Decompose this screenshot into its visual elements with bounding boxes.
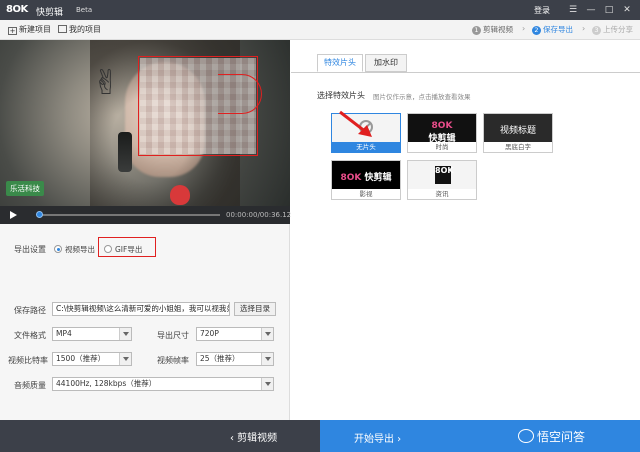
title-bar: 8OK 快剪辑 Beta 登录 ☰ — □ ✕: [0, 0, 640, 20]
export-settings-label: 导出设置: [14, 245, 46, 254]
radio-checked-icon: [54, 245, 62, 253]
menu-icon[interactable]: ☰: [566, 3, 580, 17]
step-upload-share: 3 上传分享: [592, 24, 633, 35]
chevron-down-icon: [261, 328, 273, 340]
export-settings: 导出设置 视频导出 GIF导出 保存路径 C:\快剪辑视频\这么清新可爱的小姐姐…: [0, 224, 290, 420]
maximize-icon[interactable]: □: [602, 3, 616, 17]
chevron-right-icon: ›: [522, 24, 526, 33]
save-path-input[interactable]: C:\快剪辑视频\这么清新可爱的小姐姐，我可以视我弟: [52, 302, 230, 316]
intro-tile-fashion[interactable]: 8OK 快剪辑 时尚: [407, 113, 477, 153]
chevron-down-icon: [119, 353, 131, 365]
back-to-edit-button[interactable]: ‹ 剪辑视频: [230, 429, 277, 444]
audio-quality-select[interactable]: 44100Hz, 128kbps（推荐）: [52, 377, 274, 391]
video-text-tag[interactable]: 乐活科技: [6, 181, 44, 196]
bottom-bar: ‹ 剪辑视频 开始导出 › 悟空问答: [0, 420, 640, 452]
tab-intro-effects[interactable]: 特效片头: [317, 54, 363, 72]
export-size-select[interactable]: 720P: [196, 327, 274, 341]
left-panel: ✌ 乐活科技 00:00:00/00:36.12 导出设置 视频导出 GIF导出…: [0, 40, 292, 420]
app-beta-badge: Beta: [76, 6, 93, 14]
step-edit-video[interactable]: 1 剪辑视频: [472, 24, 513, 35]
my-projects-button[interactable]: 我的项目: [58, 24, 101, 35]
chevron-down-icon: [119, 328, 131, 340]
peace-sign-sticker-icon[interactable]: ✌: [92, 66, 121, 100]
chevron-down-icon: [261, 353, 273, 365]
section-title: 选择特效片头: [317, 91, 365, 100]
intro-tile-news[interactable]: 8OK 资讯: [407, 160, 477, 200]
login-button[interactable]: 登录: [534, 5, 550, 16]
strawberry-prop: [170, 185, 190, 205]
file-format-label: 文件格式: [14, 331, 46, 340]
right-panel: 特效片头 加水印 选择特效片头 图片仅作示意，点击播放查看效果 无片头 8OK 快…: [291, 40, 640, 420]
app-name: 快剪辑: [36, 8, 64, 18]
progress-bar[interactable]: [38, 214, 220, 216]
close-icon[interactable]: ✕: [620, 3, 634, 17]
chevron-down-icon: [261, 378, 273, 390]
intro-tile-black-white[interactable]: 视频标题 黑底白字: [483, 113, 553, 153]
fps-select[interactable]: 25（推荐）: [196, 352, 274, 366]
video-preview[interactable]: ✌ 乐活科技: [0, 40, 290, 206]
microphone-prop: [118, 132, 132, 172]
bitrate-label: 视频比特率: [8, 356, 48, 365]
export-size-label: 导出尺寸: [157, 331, 189, 340]
bitrate-select[interactable]: 1500（推荐）: [52, 352, 132, 366]
file-format-select[interactable]: MP4: [52, 327, 132, 341]
chevron-right-icon: ›: [582, 24, 586, 33]
timecode: 00:00:00/00:36.12: [226, 211, 292, 219]
brand-logo: 8OK 快剪辑: [428, 121, 456, 144]
audio-quality-label: 音频质量: [14, 381, 46, 390]
red-arrow-annotation: [339, 110, 372, 137]
new-project-button[interactable]: + 新建项目: [8, 24, 51, 35]
minimize-icon[interactable]: —: [584, 3, 598, 17]
progress-knob[interactable]: [36, 211, 43, 218]
plus-icon: +: [8, 27, 17, 35]
brand-logo-icon: 8OK: [435, 166, 454, 184]
app-logo: 8OK: [6, 4, 28, 15]
tab-watermark[interactable]: 加水印: [365, 54, 407, 72]
video-title-text: 视频标题: [499, 126, 536, 136]
section-hint: 图片仅作示意，点击播放查看效果: [373, 93, 471, 101]
save-path-label: 保存路径: [14, 306, 46, 315]
intro-tile-film[interactable]: 8OK 快剪辑 影视: [331, 160, 401, 200]
brand-logo: 8OK 快剪辑: [340, 173, 392, 183]
choose-directory-button[interactable]: 选择目录: [234, 302, 276, 316]
highlight-box-edge: [218, 74, 262, 114]
toolbar: + 新建项目 我的项目 1 剪辑视频 › 2 保存导出 › 3 上传分享: [0, 20, 640, 40]
step-save-export[interactable]: 2 保存导出: [532, 24, 573, 35]
wukong-logo-icon: [518, 429, 534, 443]
start-export-button[interactable]: 开始导出 ›: [320, 420, 640, 452]
highlight-box-gif: [98, 237, 156, 257]
folder-icon: [58, 25, 67, 33]
fps-label: 视频帧率: [157, 356, 189, 365]
radio-video-export[interactable]: 视频导出: [54, 244, 95, 255]
play-icon[interactable]: [10, 211, 17, 219]
wukong-watermark: 悟空问答: [518, 428, 585, 445]
playback-controls: 00:00:00/00:36.12: [0, 206, 292, 224]
